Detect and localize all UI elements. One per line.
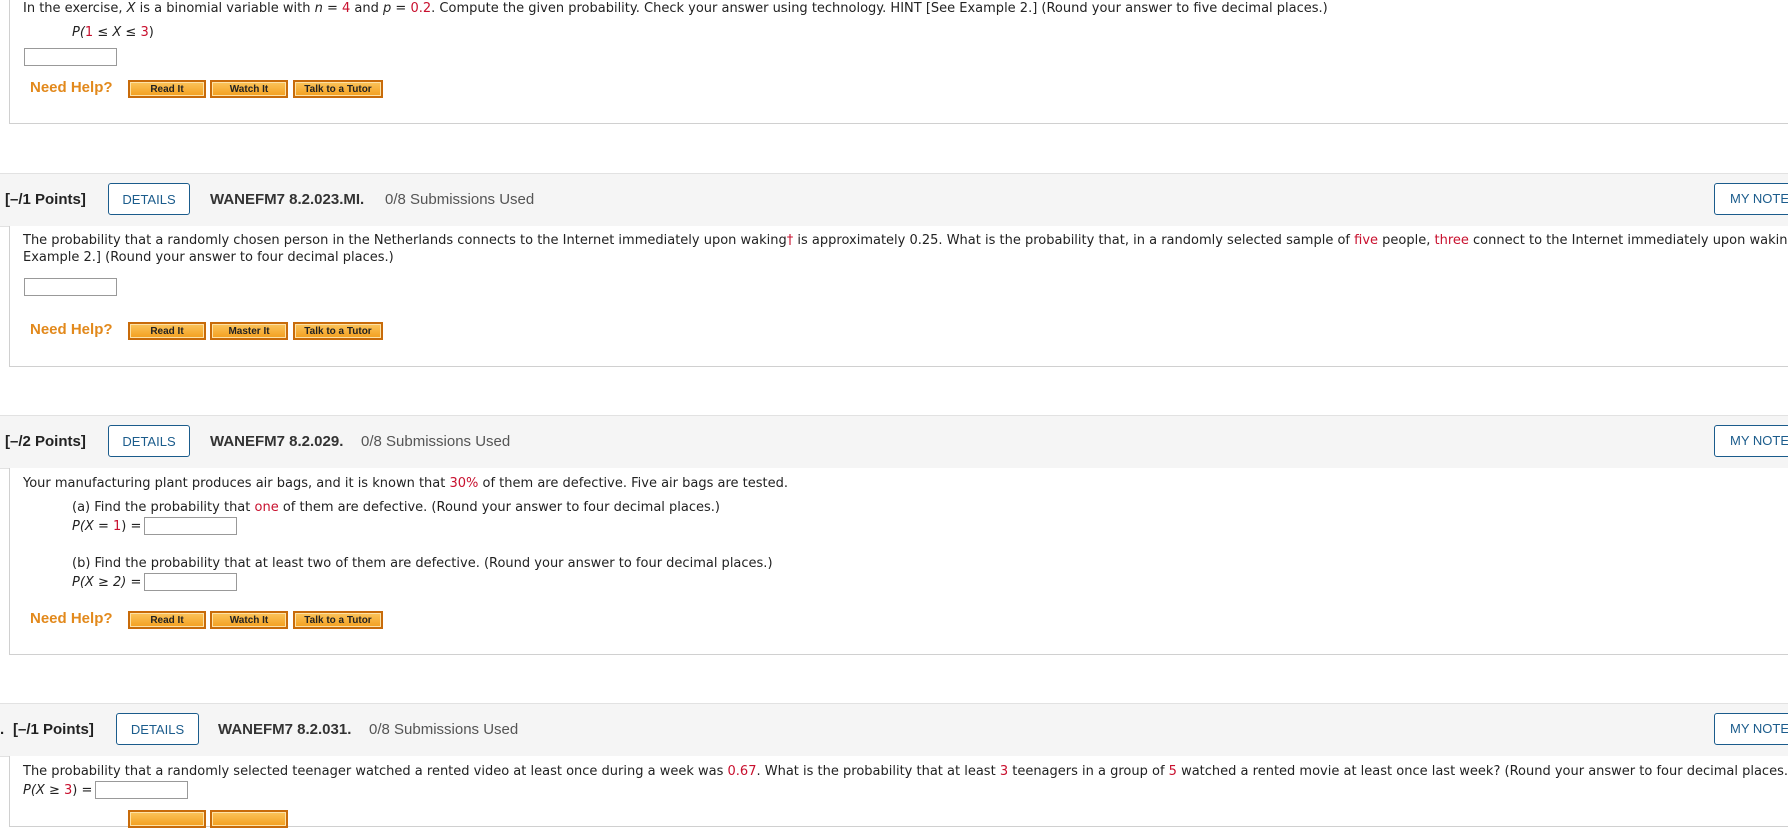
read-it-button[interactable]: Read It [128, 80, 206, 98]
question-1-answer-input[interactable] [24, 48, 117, 66]
question-4-text: The probability that a randomly selected… [23, 764, 1788, 779]
part-b-equation: P(X ≥ 2) = [72, 575, 142, 590]
talk-to-tutor-button[interactable]: Talk to a Tutor [293, 611, 383, 629]
question-3-header: [–/2 Points] DETAILS WANEFM7 8.2.029. 0/… [0, 415, 1788, 469]
question-3-intro: Your manufacturing plant produces air ba… [23, 476, 789, 491]
talk-to-tutor-button[interactable]: Talk to a Tutor [293, 80, 383, 98]
question-id: WANEFM7 8.2.031. [218, 721, 352, 738]
read-it-button[interactable]: Read It [128, 322, 206, 340]
question-2-header: [–/1 Points] DETAILS WANEFM7 8.2.023.MI.… [0, 173, 1788, 227]
submissions-used: 0/8 Submissions Used [361, 433, 511, 450]
watch-it-button[interactable]: Watch It [210, 80, 288, 98]
part-b-text: (b) Find the probability that at least t… [72, 556, 773, 571]
part-a-answer-input[interactable] [144, 517, 237, 535]
part-a-text: (a) Find the probability that one of the… [72, 500, 720, 515]
need-help-label: Need Help? [30, 321, 113, 338]
question-1-body [9, 0, 1788, 124]
need-help-label: Need Help? [30, 610, 113, 627]
question-id: WANEFM7 8.2.029. [210, 433, 344, 450]
question-id: WANEFM7 8.2.023.MI. [210, 191, 365, 208]
points-label: [–/2 Points] [5, 433, 86, 450]
question-2-answer-input[interactable] [24, 278, 117, 296]
question-4-header: . [–/1 Points] DETAILS WANEFM7 8.2.031. … [0, 703, 1788, 757]
part-b-answer-input[interactable] [144, 573, 237, 591]
points-label: [–/1 Points] [5, 191, 86, 208]
watch-it-button[interactable]: Watch It [210, 611, 288, 629]
my-notes-button[interactable]: MY NOTES [1714, 183, 1788, 215]
question-4-answer-input[interactable] [95, 781, 188, 799]
talk-to-tutor-button[interactable]: Talk to a Tutor [293, 322, 383, 340]
question-4-equation: P(X ≥ 3) = [23, 783, 93, 798]
read-it-button[interactable]: Read It [128, 611, 206, 629]
part-a-equation: P(X = 1) = [72, 519, 142, 534]
details-button[interactable]: DETAILS [116, 713, 199, 745]
details-button[interactable]: DETAILS [108, 183, 190, 215]
question-number-fragment: . [0, 721, 5, 738]
question-2-text-line-2: Example 2.] (Round your answer to four d… [23, 250, 394, 265]
my-notes-button[interactable]: MY NOTES [1714, 713, 1788, 745]
need-help-label: Need Help? [30, 79, 113, 96]
question-2-text: The probability that a randomly chosen p… [23, 233, 1788, 248]
details-button[interactable]: DETAILS [108, 425, 190, 457]
question-1-text: In the exercise, X is a binomial variabl… [23, 1, 1328, 16]
points-label: [–/1 Points] [13, 721, 94, 738]
my-notes-button[interactable]: MY NOTES [1714, 425, 1788, 457]
master-it-button[interactable]: Master It [210, 322, 288, 340]
submissions-used: 0/8 Submissions Used [369, 721, 519, 738]
question-1-probability-expression: P(1 ≤ X ≤ 3) [72, 25, 154, 40]
submissions-used: 0/8 Submissions Used [385, 191, 535, 208]
